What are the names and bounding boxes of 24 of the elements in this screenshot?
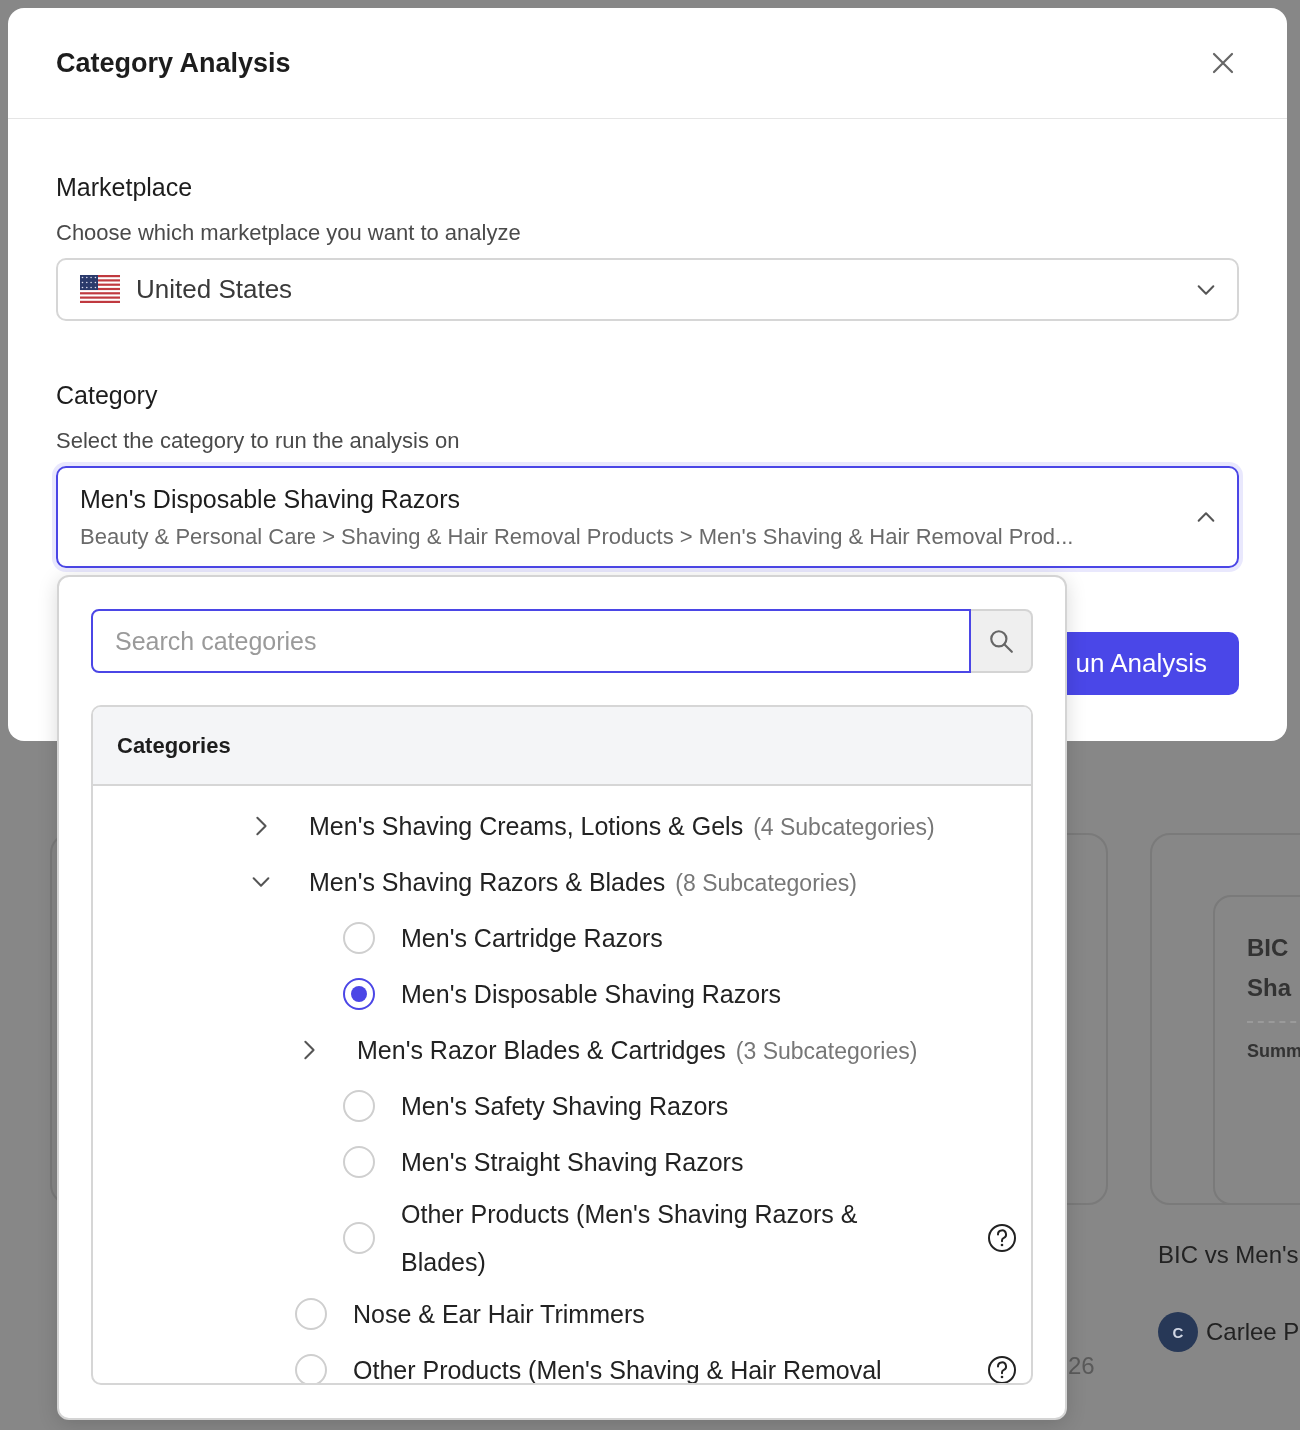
category-option[interactable]: Men's Safety Shaving Razors	[401, 1082, 937, 1130]
category-option[interactable]: Other Products (Men's Shaving Razors & Blades)	[401, 1190, 937, 1286]
category-item[interactable]: Men's Shaving Razors & Blades (8 Subcategories)	[309, 857, 1017, 907]
category-option[interactable]: Men's Disposable Shaving Razors	[401, 970, 937, 1018]
preview-title: Sha	[1247, 973, 1293, 1003]
field-description: Choose which marketplace you want to analyze	[56, 220, 522, 246]
category-option[interactable]: Nose & Ear Hair Trimmers	[353, 1290, 889, 1338]
modal-title: Category Analysis	[56, 47, 291, 79]
search-field[interactable]: Search categories	[91, 609, 971, 673]
field-label: Category	[56, 381, 159, 410]
category-path: Beauty & Personal Care > Shaving & Hair Removal Products > Men's Shaving & Hair Removal Prod...	[80, 523, 1075, 550]
field-description: Select the category to run the analysis on	[56, 428, 461, 454]
avatar: C	[1158, 1312, 1198, 1352]
preview-title: BIC	[1247, 933, 1290, 963]
field-label: Marketplace	[56, 173, 194, 202]
panel-title: Categories	[117, 732, 231, 759]
report-title: BIC vs Men's	[1158, 1241, 1299, 1269]
category-option[interactable]: Men's Cartridge Razors	[401, 914, 937, 962]
selected-category: Men's Disposable Shaving Razors	[80, 484, 461, 514]
marketplace-select[interactable]: United States	[56, 258, 1239, 321]
author-name: Carlee P	[1206, 1318, 1300, 1346]
category-item[interactable]: Men's Razor Blades & Cartridges (3 Subcategories)	[357, 1025, 1017, 1075]
category-item[interactable]: Men's Shaving Creams, Lotions & Gels (4 Subcategories)	[309, 801, 1017, 851]
category-option[interactable]: Men's Straight Shaving Razors	[401, 1138, 937, 1186]
